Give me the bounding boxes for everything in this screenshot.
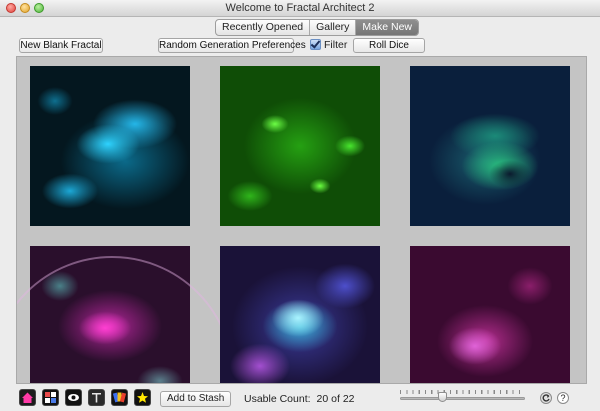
new-blank-fractal-button[interactable]: New Blank Fractal bbox=[19, 38, 103, 53]
fractal-thumbnail-blue-cyan[interactable] bbox=[220, 246, 380, 383]
app-window: Welcome to Fractal Architect 2 Recently … bbox=[0, 0, 600, 411]
fractal-thumbnail-magenta[interactable] bbox=[410, 246, 570, 383]
tab-recently-opened[interactable]: Recently Opened bbox=[216, 20, 311, 35]
size-slider-knob[interactable] bbox=[438, 392, 448, 402]
filter-checkbox-group[interactable]: Filter bbox=[310, 38, 347, 51]
filter-checkbox[interactable] bbox=[310, 39, 321, 50]
gallery-grid-icon[interactable] bbox=[42, 389, 59, 406]
home-icon[interactable] bbox=[19, 389, 36, 406]
tab-gallery[interactable]: Gallery bbox=[310, 20, 357, 35]
color-palette-icon[interactable] bbox=[111, 389, 128, 406]
roll-dice-button[interactable]: Roll Dice bbox=[353, 38, 425, 53]
bottom-toolbar: Add to Stash Usable Count: 20 of 22 ? bbox=[0, 386, 600, 411]
star-icon[interactable] bbox=[134, 389, 151, 406]
usable-count: Usable Count: 20 of 22 bbox=[244, 393, 355, 405]
usable-count-label: Usable Count: bbox=[244, 393, 311, 405]
help-button[interactable]: ? bbox=[557, 392, 569, 404]
fractal-grid bbox=[16, 56, 587, 384]
fractal-thumbnail-magenta-circle[interactable] bbox=[17, 246, 234, 383]
fractal-thumbnail-cyan[interactable] bbox=[30, 66, 190, 226]
usable-count-value: 20 of 22 bbox=[316, 393, 355, 405]
random-generation-preferences-button[interactable]: Random Generation Preferences bbox=[158, 38, 306, 53]
add-to-stash-button[interactable]: Add to Stash bbox=[160, 391, 232, 407]
fractal-thumbnail-teal-navy[interactable] bbox=[410, 66, 570, 226]
size-slider-track[interactable] bbox=[400, 397, 525, 400]
refresh-icon[interactable] bbox=[540, 392, 552, 404]
tab-make-new[interactable]: Make New bbox=[356, 20, 419, 35]
window-title: Welcome to Fractal Architect 2 bbox=[225, 2, 375, 14]
fractal-thumbnail-green[interactable] bbox=[220, 66, 380, 226]
text-icon[interactable] bbox=[88, 389, 105, 406]
title-bar: Welcome to Fractal Architect 2 bbox=[0, 0, 600, 17]
view-tabs: Recently Opened Gallery Make New bbox=[215, 19, 420, 36]
filter-label: Filter bbox=[324, 38, 348, 51]
eye-icon[interactable] bbox=[65, 389, 82, 406]
slider-ticks bbox=[400, 390, 525, 394]
